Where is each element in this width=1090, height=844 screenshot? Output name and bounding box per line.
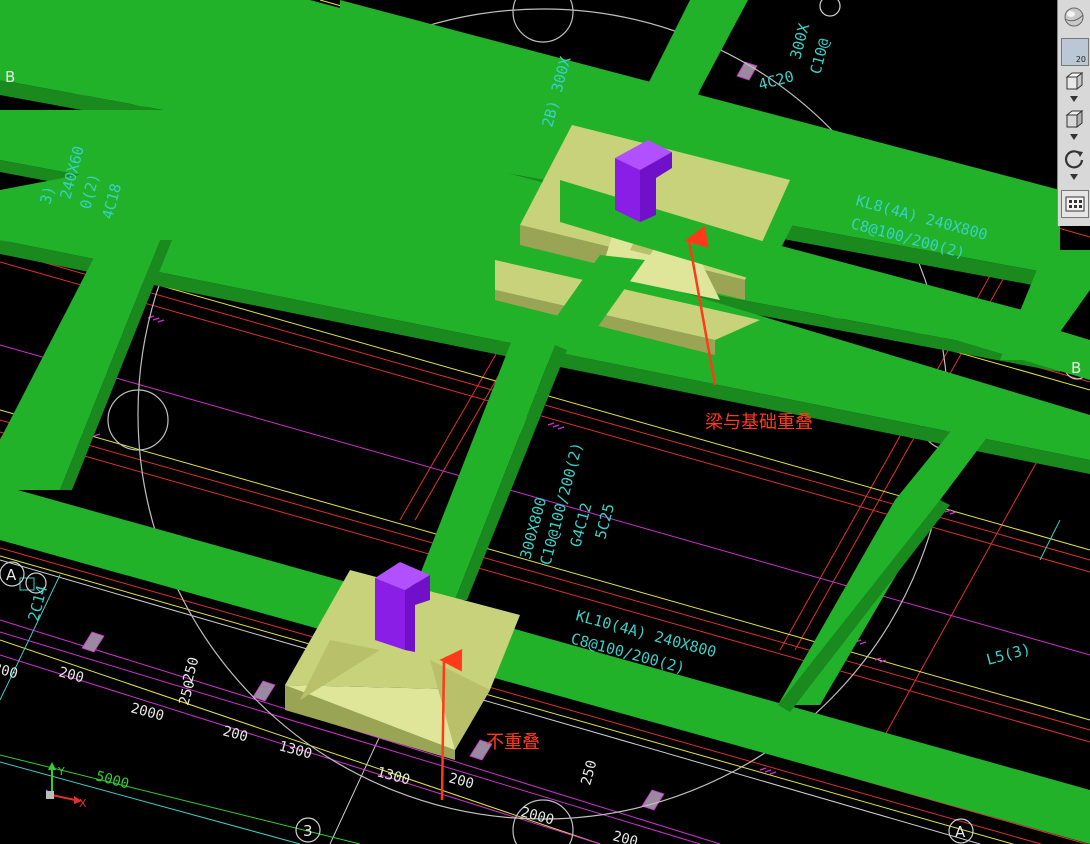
dim-2000-b: 2000 — [519, 804, 556, 828]
rotate-icon — [1064, 150, 1084, 169]
steering-wheel-button[interactable] — [1061, 4, 1087, 30]
dim-200-d: 200 — [611, 828, 640, 844]
axis-b-left: B — [5, 68, 15, 86]
view-cube-front-button[interactable] — [1061, 68, 1087, 94]
dim-2000-a: 2000 — [129, 700, 166, 724]
label-top-right-stirrup: C10@ — [806, 36, 833, 76]
dim-300-left: 300 — [0, 660, 20, 682]
label-mid-bottom: 5C25 — [591, 501, 618, 541]
ucs-icon: Y X — [45, 762, 87, 810]
chevron-down-icon[interactable] — [1070, 96, 1078, 102]
dim-200-c: 200 — [447, 770, 476, 792]
film-strip-icon — [1065, 196, 1085, 212]
orbit-button[interactable] — [1061, 146, 1087, 172]
label-l5: L5(3) — [984, 640, 1032, 669]
dim-250-c: 250 — [578, 758, 600, 787]
axis-a-bottom: A — [955, 823, 966, 841]
ucs-y-label: Y — [57, 765, 65, 778]
label-top-right-size: 300X — [786, 21, 813, 61]
show-motion-button[interactable] — [1061, 190, 1089, 218]
dim-250-b: 250 — [176, 678, 198, 707]
label-mid-top: G4C12 — [566, 501, 595, 549]
view-number-button[interactable]: 20 — [1061, 38, 1089, 66]
chevron-down-icon-3[interactable] — [1070, 174, 1078, 180]
axis-3-bottom: 3 — [303, 822, 313, 840]
view-cube-button[interactable] — [1061, 106, 1087, 132]
label-top-right-rebar: 4C20 — [756, 67, 796, 94]
cad-3d-viewport[interactable]: KL8(4A) 240X800 C8@100/200(2) KL10(4A) 2… — [0, 0, 1090, 844]
annotation-no-overlap: 不重叠 — [486, 732, 540, 753]
cube-front-icon — [1065, 71, 1084, 91]
cube-icon — [1065, 109, 1084, 129]
navigation-toolbar: 20 — [1057, 0, 1090, 226]
sphere-icon — [1064, 7, 1084, 27]
ucs-x-label: X — [79, 797, 87, 810]
view-number: 20 — [1075, 55, 1086, 64]
model-scene: KL8(4A) 240X800 C8@100/200(2) KL10(4A) 2… — [0, 0, 1090, 844]
axis-b-right: B — [1071, 359, 1081, 377]
dim-200-b: 200 — [221, 723, 250, 745]
annotation-overlap: 梁与基础重叠 — [705, 412, 813, 433]
chevron-down-icon-2[interactable] — [1070, 134, 1078, 140]
dim-1300-a: 1300 — [277, 738, 314, 762]
axis-a-left: A — [6, 566, 17, 584]
